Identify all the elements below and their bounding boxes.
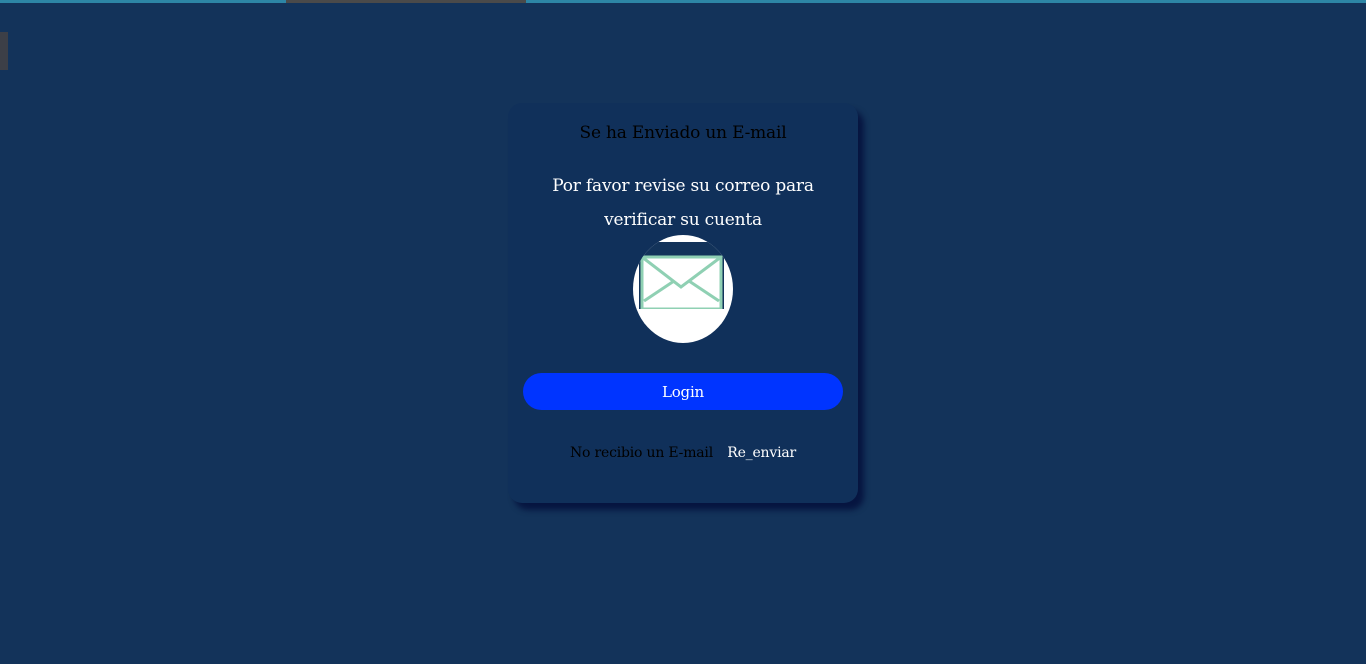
card-title: Se ha Enviado un E-mail [579,123,787,143]
resend-row: No recibio un E-mail Re_enviar [508,445,858,461]
verification-card: Se ha Enviado un E-mail Por favor revise… [508,103,858,503]
left-edge-handle [0,32,8,70]
envelope-icon-container [633,235,733,343]
resend-link[interactable]: Re_enviar [727,445,796,461]
login-button[interactable]: Login [523,373,843,410]
resend-prompt: No recibio un E-mail [569,445,713,461]
verification-message: Por favor revise su correo para verifica… [552,176,814,230]
browser-top-strip [0,0,1366,3]
browser-top-tab [286,0,526,3]
envelope-icon [639,242,724,324]
